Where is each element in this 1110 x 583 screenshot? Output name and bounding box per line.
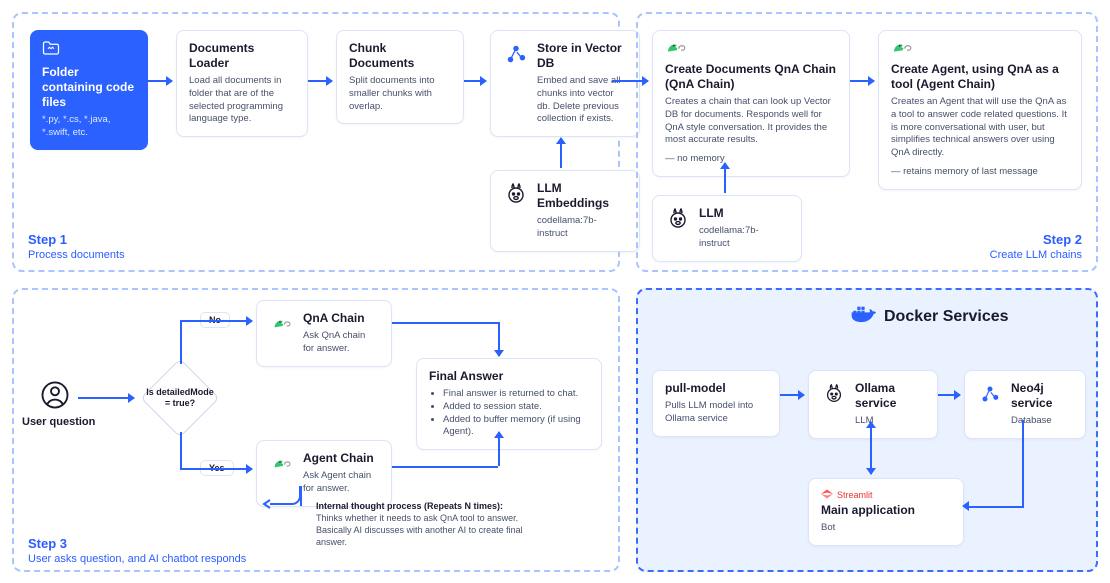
agent-chain-desc: Creates an Agent that will use the QnA a… bbox=[891, 96, 1069, 160]
ollama-card: Ollama service LLM bbox=[808, 370, 938, 439]
step3-subtitle: User asks question, and AI chatbot respo… bbox=[28, 553, 246, 565]
folder-caption: *.py, *.cs, *.java, *.swift, etc. bbox=[42, 114, 136, 140]
parrot-link-icon bbox=[891, 41, 1069, 58]
loop-curve bbox=[262, 486, 306, 510]
embed-desc: codellama:7b-instruct bbox=[537, 215, 627, 241]
arrow-chunk-vector bbox=[464, 80, 486, 82]
line-yes-down bbox=[180, 432, 182, 468]
neo4j-desc: Database bbox=[1011, 415, 1073, 428]
agent-chain-card: Create Agent, using QnA as a tool (Agent… bbox=[878, 30, 1082, 190]
agent-chain-title: Create Agent, using QnA as a tool (Agent… bbox=[891, 62, 1069, 92]
pull-title: pull-model bbox=[665, 381, 767, 396]
docker-icon bbox=[850, 304, 876, 329]
thought-body: Thinks whether it needs to ask QnA tool … bbox=[316, 513, 523, 547]
qna-small-title: QnA Chain bbox=[303, 311, 379, 326]
folder-icon bbox=[42, 40, 136, 59]
arrow-qna-agent bbox=[850, 80, 874, 82]
user-label: User question bbox=[22, 416, 95, 428]
step3-label: Step 3 bbox=[28, 536, 67, 551]
line-qna-out bbox=[392, 322, 498, 324]
thought-heading: Internal thought process (Repeats N time… bbox=[316, 501, 503, 511]
line-agent-out bbox=[392, 466, 498, 468]
embed-card: LLM Embeddings codellama:7b-instruct bbox=[490, 170, 640, 252]
step2-label: Step 2 bbox=[1043, 232, 1082, 247]
final-title: Final Answer bbox=[429, 369, 589, 384]
arrow-agent-final bbox=[498, 432, 500, 466]
step2-subtitle: Create LLM chains bbox=[990, 249, 1082, 261]
final-bullet-2: Added to session state. bbox=[443, 401, 589, 414]
decision-diamond: Is detailedMode = true? bbox=[140, 358, 220, 438]
arrow-loader-chunk bbox=[308, 80, 332, 82]
qna-chain-title: Create Documents QnA Chain (QnA Chain) bbox=[665, 62, 837, 92]
arrowhead-neo4j-main bbox=[962, 501, 969, 511]
chunk-title: Chunk Documents bbox=[349, 41, 451, 71]
neo4j-icon bbox=[977, 381, 1003, 407]
neo4j-icon bbox=[503, 41, 529, 67]
chunk-desc: Split documents into smaller chunks with… bbox=[349, 75, 451, 113]
main-title: Main application bbox=[821, 503, 951, 518]
pull-model-card: pull-model Pulls LLM model into Ollama s… bbox=[652, 370, 780, 437]
vector-title: Store in Vector DB bbox=[537, 41, 627, 71]
decision-label: Is detailedMode = true? bbox=[140, 358, 220, 438]
qna-chain-card: Create Documents QnA Chain (QnA Chain) C… bbox=[652, 30, 850, 177]
ollama-title: Ollama service bbox=[855, 381, 925, 411]
arrow-llm-qna bbox=[724, 163, 726, 193]
arrow-vector-qna bbox=[612, 80, 648, 82]
user-icon bbox=[40, 380, 70, 413]
pull-desc: Pulls LLM model into Ollama service bbox=[665, 400, 767, 426]
qna-chain-note: — no memory bbox=[665, 153, 837, 166]
thought-text: Internal thought process (Repeats N time… bbox=[316, 500, 526, 549]
vector-card: Store in Vector DB Embed and save all ch… bbox=[490, 30, 640, 137]
streamlit-icon bbox=[821, 489, 833, 501]
services-title-row: Docker Services bbox=[850, 304, 1009, 329]
agent-chain-note: — retains memory of last message bbox=[891, 166, 1069, 179]
streamlit-tag-row: Streamlit bbox=[821, 489, 951, 501]
arrow-no-to-qna bbox=[180, 320, 252, 322]
loader-title: Documents Loader bbox=[189, 41, 295, 71]
neo4j-title: Neo4j service bbox=[1011, 381, 1073, 411]
step1-subtitle: Process documents bbox=[28, 249, 125, 261]
arrow-ollama-main bbox=[870, 422, 872, 474]
qna-chain-desc: Creates a chain that can look up Vector … bbox=[665, 96, 837, 147]
vector-desc: Embed and save all chunks into vector db… bbox=[537, 75, 627, 126]
parrot-link-icon bbox=[269, 451, 295, 477]
loader-desc: Load all documents in folder that are of… bbox=[189, 75, 295, 126]
qna-small-card: QnA Chain Ask QnA chain for answer. bbox=[256, 300, 392, 367]
folder-title: Folder containing code files bbox=[42, 65, 136, 110]
neo4j-card: Neo4j service Database bbox=[964, 370, 1086, 439]
main-desc: Bot bbox=[821, 522, 951, 535]
final-answer-card: Final Answer Final answer is returned to… bbox=[416, 358, 602, 450]
final-bullet-1: Final answer is returned to chat. bbox=[443, 388, 589, 401]
chunk-card: Chunk Documents Split documents into sma… bbox=[336, 30, 464, 124]
line-neo4j-down bbox=[1022, 420, 1024, 506]
parrot-link-icon bbox=[665, 41, 837, 58]
loader-card: Documents Loader Load all documents in f… bbox=[176, 30, 308, 137]
llama-icon bbox=[821, 381, 847, 407]
line-neo4j-horiz bbox=[968, 506, 1024, 508]
arrow-user-decision bbox=[78, 397, 134, 399]
arrow-ollama-neo4j bbox=[938, 394, 960, 396]
line-no-up bbox=[180, 320, 182, 364]
qna-small-desc: Ask QnA chain for answer. bbox=[303, 330, 379, 356]
llama-icon bbox=[665, 206, 691, 232]
streamlit-label: Streamlit bbox=[837, 490, 873, 500]
services-title: Docker Services bbox=[884, 308, 1009, 326]
parrot-link-icon bbox=[269, 311, 295, 337]
arrow-embed-vector bbox=[560, 138, 562, 168]
llm-desc: codellama:7b-instruct bbox=[699, 225, 789, 251]
folder-card: Folder containing code files *.py, *.cs,… bbox=[30, 30, 148, 150]
main-app-card: Streamlit Main application Bot bbox=[808, 478, 964, 546]
step1-label: Step 1 bbox=[28, 232, 67, 247]
arrow-folder-loader bbox=[148, 80, 172, 82]
arrow-qna-final bbox=[498, 322, 500, 356]
agent-small-desc: Ask Agent chain for answer. bbox=[303, 470, 379, 496]
arrow-pull-ollama bbox=[780, 394, 804, 396]
llama-icon bbox=[503, 181, 529, 207]
llm-card: LLM codellama:7b-instruct bbox=[652, 195, 802, 262]
final-bullet-3: Added to buffer memory (if using Agent). bbox=[443, 414, 589, 440]
llm-title: LLM bbox=[699, 206, 789, 221]
arrow-yes-to-agent bbox=[180, 468, 252, 470]
agent-small-title: Agent Chain bbox=[303, 451, 379, 466]
embed-title: LLM Embeddings bbox=[537, 181, 627, 211]
